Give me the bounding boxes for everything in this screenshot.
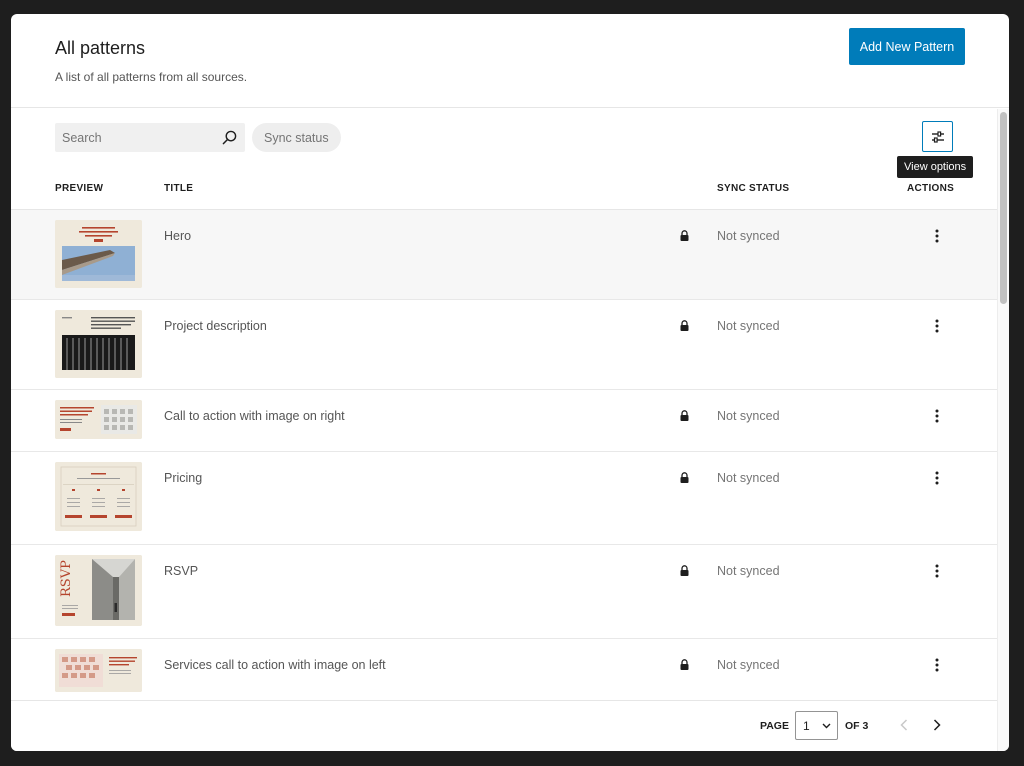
column-header-title[interactable]: TITLE <box>164 183 193 194</box>
table-row[interactable]: Pricing Not synced <box>11 452 997 545</box>
more-actions-button[interactable] <box>926 653 948 677</box>
page-label: PAGE <box>760 720 789 732</box>
pattern-title[interactable]: Pricing <box>164 471 202 485</box>
sync-status-filter[interactable]: Sync status <box>252 123 341 152</box>
pattern-title[interactable]: Call to action with image on right <box>164 409 345 423</box>
more-actions-button[interactable] <box>926 466 948 490</box>
pattern-preview-hero[interactable] <box>55 220 142 288</box>
more-vertical-icon <box>935 471 939 485</box>
next-page-button[interactable] <box>929 715 945 735</box>
chevron-left-icon <box>900 719 908 731</box>
column-header-preview: PREVIEW <box>55 183 104 194</box>
pattern-title[interactable]: RSVP <box>164 564 198 578</box>
chevron-down-icon <box>822 723 831 729</box>
pattern-title[interactable]: Services call to action with image on le… <box>164 658 386 672</box>
pattern-title[interactable]: Hero <box>164 229 191 243</box>
more-actions-button[interactable] <box>926 404 948 428</box>
toolbar: Sync status View options <box>11 109 1009 178</box>
lock-icon <box>680 565 689 576</box>
previous-page-button[interactable] <box>896 715 912 735</box>
lock-icon <box>680 320 689 331</box>
pagination-footer: PAGE 1 OF 3 <box>11 700 997 751</box>
lock-icon <box>680 410 689 421</box>
chevron-right-icon <box>933 719 941 731</box>
lock-icon <box>680 659 689 670</box>
table-row[interactable]: Call to action with image on right Not s… <box>11 390 997 452</box>
rsvp-thumb-text: RSVP <box>59 560 74 597</box>
search-input[interactable] <box>62 123 212 152</box>
current-page-value: 1 <box>803 719 810 733</box>
search-icon[interactable] <box>222 130 237 145</box>
patterns-panel: All patterns A list of all patterns from… <box>11 14 1009 751</box>
pattern-preview-services-cta-image-left[interactable] <box>55 649 142 692</box>
lock-icon <box>680 472 689 483</box>
more-vertical-icon <box>935 409 939 423</box>
table-row[interactable]: Project description Not synced <box>11 300 997 390</box>
more-vertical-icon <box>935 319 939 333</box>
sync-status: Not synced <box>717 471 780 485</box>
page-subtitle: A list of all patterns from all sources. <box>55 70 248 84</box>
sliders-icon <box>931 130 944 143</box>
more-vertical-icon <box>935 658 939 672</box>
page-select[interactable]: 1 <box>795 711 838 740</box>
add-new-pattern-button[interactable]: Add New Pattern <box>849 28 965 65</box>
more-vertical-icon <box>935 564 939 578</box>
more-actions-button[interactable] <box>926 314 948 338</box>
total-pages-label: OF 3 <box>845 720 869 732</box>
page-header: All patterns A list of all patterns from… <box>11 14 1009 108</box>
sync-status: Not synced <box>717 229 780 243</box>
sync-status: Not synced <box>717 319 780 333</box>
pattern-preview-rsvp[interactable]: RSVP <box>55 555 142 626</box>
table-row[interactable]: Hero Not synced <box>11 210 997 300</box>
sync-status: Not synced <box>717 658 780 672</box>
table-row[interactable]: RSVP RSVP Not synced <box>11 545 997 639</box>
view-options-button[interactable] <box>922 121 953 152</box>
more-actions-button[interactable] <box>926 224 948 248</box>
pattern-preview-pricing[interactable] <box>55 462 142 531</box>
sync-status: Not synced <box>717 564 780 578</box>
pattern-title[interactable]: Project description <box>164 319 267 333</box>
pattern-preview-project-description[interactable] <box>55 310 142 378</box>
sync-status: Not synced <box>717 409 780 423</box>
column-header-actions: ACTIONS <box>907 183 955 194</box>
lock-icon <box>680 230 689 241</box>
page-title: All patterns <box>55 38 146 58</box>
pattern-preview-call-to-action-image-right[interactable] <box>55 400 142 439</box>
search-box <box>55 123 245 152</box>
column-header-sync-status[interactable]: SYNC STATUS <box>717 183 789 194</box>
table-header: PREVIEW TITLE SYNC STATUS ACTIONS <box>11 174 997 210</box>
scrollbar-thumb[interactable] <box>1000 112 1007 304</box>
more-actions-button[interactable] <box>926 559 948 583</box>
patterns-table-body: Hero Not synced Project description Not … <box>11 210 997 719</box>
vertical-scrollbar[interactable] <box>997 109 1009 751</box>
more-vertical-icon <box>935 229 939 243</box>
